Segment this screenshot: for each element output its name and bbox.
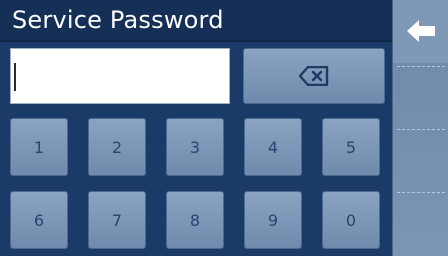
side-divider	[397, 66, 445, 67]
title-divider	[0, 40, 392, 42]
backspace-button[interactable]	[243, 48, 385, 104]
key-3[interactable]: 3	[166, 118, 224, 176]
page-title: Service Password	[0, 0, 392, 40]
key-0[interactable]: 0	[322, 191, 380, 249]
backspace-icon	[299, 66, 329, 86]
password-input[interactable]	[10, 48, 230, 104]
key-1[interactable]: 1	[10, 118, 68, 176]
key-8[interactable]: 8	[166, 191, 224, 249]
arrow-left-icon	[407, 20, 435, 42]
screen: Service Password 1 2 3 4 5 6 7 8 9 0	[0, 0, 448, 256]
key-4[interactable]: 4	[244, 118, 302, 176]
side-divider	[397, 129, 445, 130]
side-nav-panel	[392, 0, 448, 256]
key-7[interactable]: 7	[88, 191, 146, 249]
key-5[interactable]: 5	[322, 118, 380, 176]
text-caret	[14, 63, 16, 91]
back-button[interactable]	[393, 0, 448, 63]
key-6[interactable]: 6	[10, 191, 68, 249]
key-9[interactable]: 9	[244, 191, 302, 249]
side-divider	[397, 192, 445, 193]
key-2[interactable]: 2	[88, 118, 146, 176]
